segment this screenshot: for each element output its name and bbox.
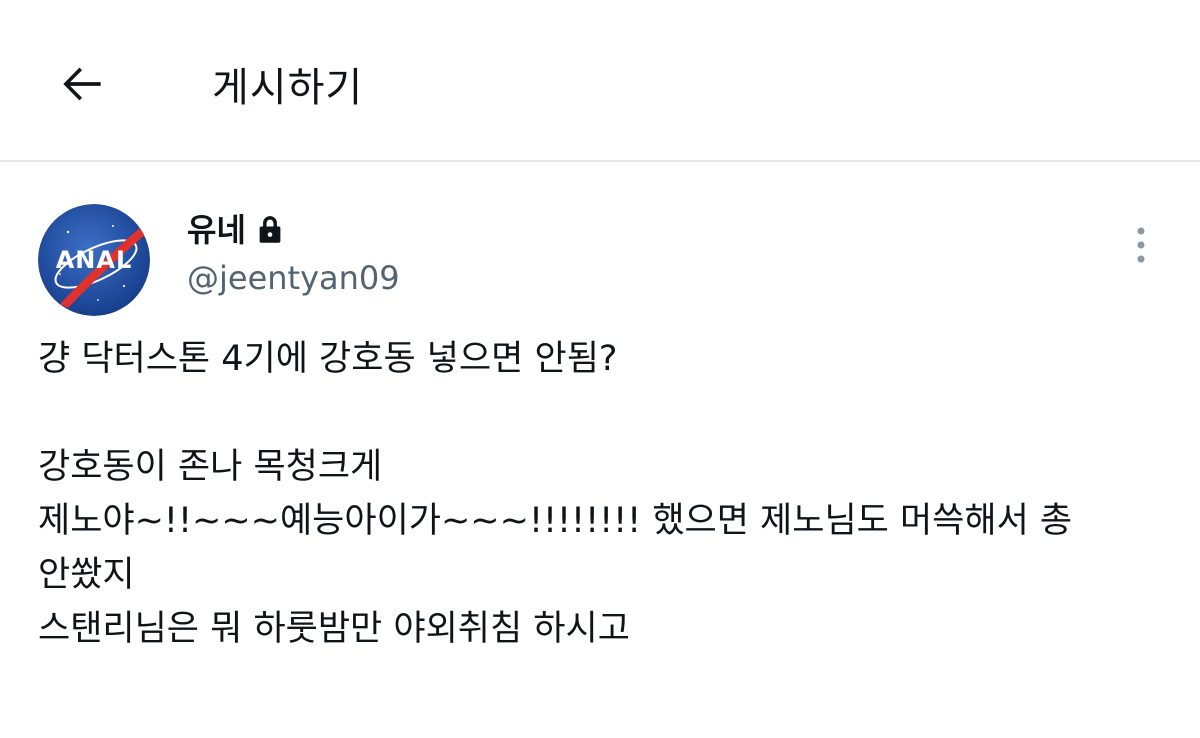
post-line: 제노야~!!~~~예능아이가~~~!!!!!!!! 했으면 제노님도 머쓱해서 …: [38, 501, 1073, 541]
post-line: 강호동이 존나 목청크게: [38, 447, 383, 487]
post-line: 스탠리님은 뭐 하룻밤만 야외취침 하시고: [38, 609, 630, 649]
post-line: 걍 닥터스톤 4기에 강호동 넣으면 안됨?: [38, 339, 618, 379]
post: ANAL 유네 @jeentyan09 걍 닥터스톤 4기에 강호동 넣으면 안…: [0, 162, 1200, 738]
post-text: 걍 닥터스톤 4기에 강호동 넣으면 안됨? 강호동이 존나 목청크게 제노야~…: [38, 332, 1168, 656]
post-line: 안쐈지: [38, 555, 135, 595]
lock-icon: [256, 215, 284, 245]
more-vertical-icon: [1137, 227, 1145, 263]
arrow-left-icon: [63, 67, 101, 101]
avatar-text: ANAL: [56, 246, 133, 274]
post-line: [38, 386, 1168, 440]
user-handle[interactable]: @jeentyan09: [187, 258, 400, 298]
display-name[interactable]: 유네: [187, 210, 246, 250]
author-name-row: 유네: [187, 210, 284, 250]
more-options-button[interactable]: [1118, 222, 1164, 268]
page-title: 게시하기: [212, 65, 364, 111]
back-button[interactable]: [50, 52, 114, 116]
top-bar: 게시하기: [0, 0, 1200, 162]
avatar[interactable]: ANAL: [38, 204, 150, 316]
